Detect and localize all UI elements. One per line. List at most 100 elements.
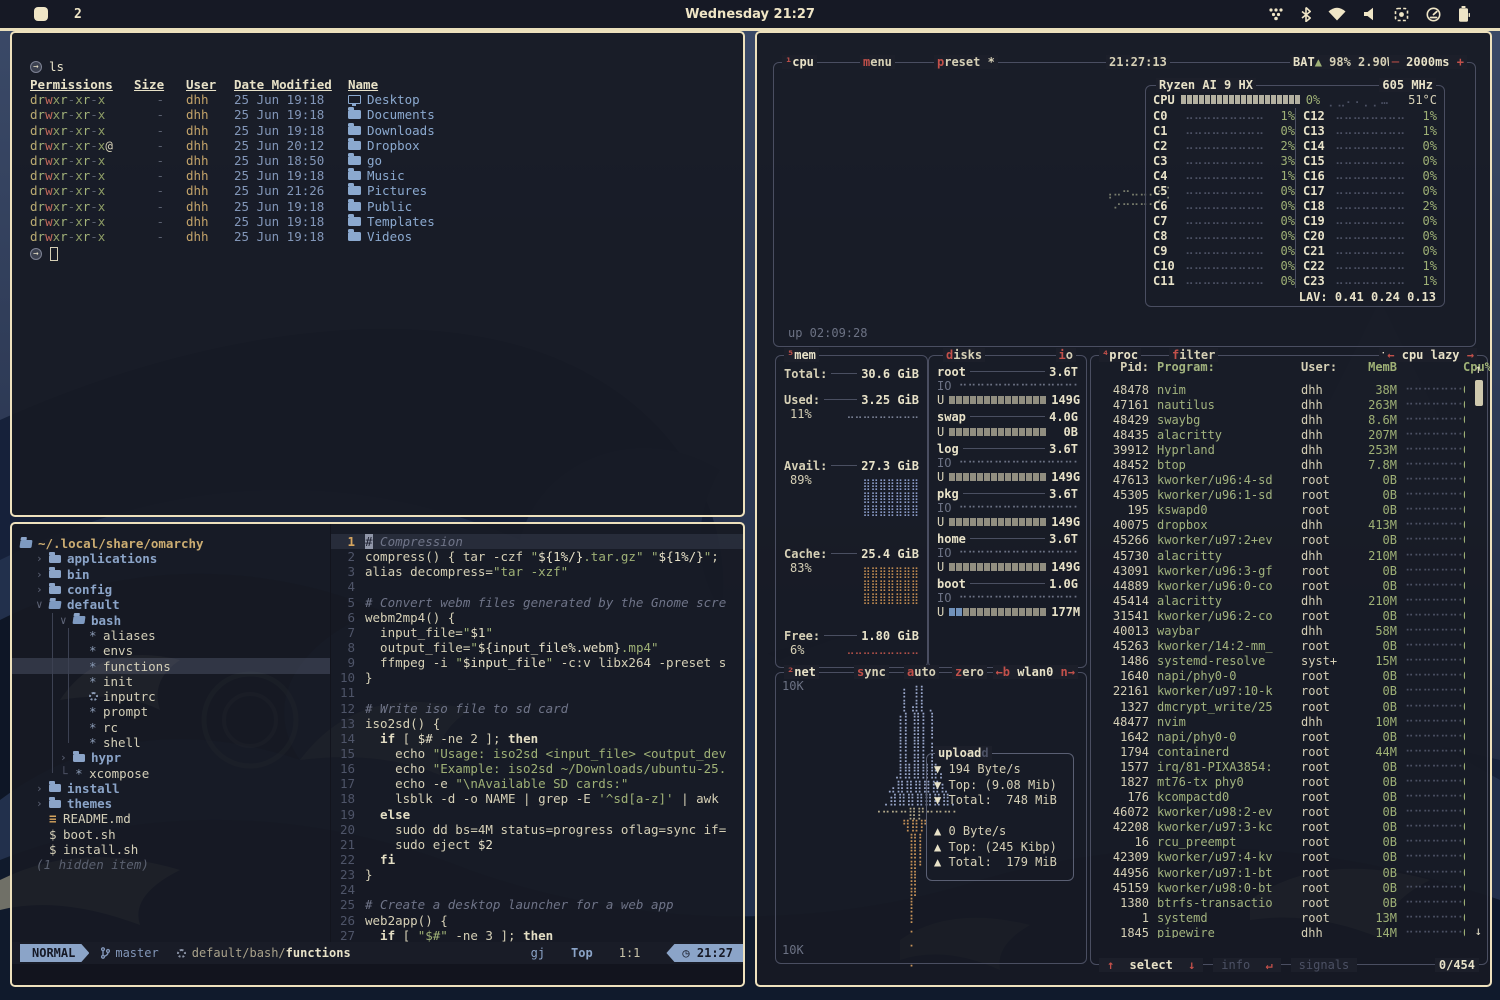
tree-item-default[interactable]: ∨default	[12, 597, 330, 612]
process-row[interactable]: 47161nautilusdhh263M⠒⠒⠒⠒⠒⠒⠒⠂0.0	[1099, 397, 1465, 412]
tree-item-aliases[interactable]: *aliases	[12, 628, 330, 643]
cpu-box-title[interactable]: ¹cpu	[782, 55, 817, 69]
code-line[interactable]: 27 if [ "$#" -ne 3 ]; then	[331, 928, 743, 942]
process-row[interactable]: 42208kworker/u97:3-kcroot0B⠒⠒⠒⠒⠒⠒⠒⠂0.0	[1099, 820, 1465, 835]
preset-button[interactable]: preset *	[934, 55, 998, 69]
menu-button[interactable]: menu	[860, 55, 895, 69]
tree-item-themes[interactable]: ›themes	[12, 796, 330, 811]
process-row[interactable]: 48478nvimdhh38M⠒⠒⠒⠒⠒⠒⠒⠂0.0	[1099, 382, 1465, 397]
battery-icon[interactable]	[1458, 6, 1470, 22]
code-line[interactable]: 18 lsblk -d -o NAME | grep -E '^sd[a-z]'…	[331, 791, 743, 806]
code-line[interactable]: 3alias decompress="tar -xzf"	[331, 564, 743, 579]
process-row[interactable]: 48429swaybgdhh8.6M⠒⠒⠒⠒⠒⠒⠒⠂0.0	[1099, 412, 1465, 427]
prompt-line-empty[interactable]: →	[30, 246, 743, 262]
file-name[interactable]: Documents	[336, 107, 435, 122]
file-name[interactable]: Videos	[336, 229, 412, 244]
tree-item-envs[interactable]: *envs	[12, 643, 330, 658]
process-row[interactable]: 45414alacrittydhh210M⠒⠒⠒⠒⠒⠒⠒⠂0.0	[1099, 593, 1465, 608]
process-row[interactable]: 42309kworker/u97:4-kvroot0B⠒⠒⠒⠒⠒⠒⠒⠂0.0	[1099, 850, 1465, 865]
code-line[interactable]: 16 echo "Example: iso2sd ~/Downloads/ubu…	[331, 761, 743, 776]
code-line[interactable]: 20 sudo dd bs=4M status=progress oflag=s…	[331, 822, 743, 837]
process-row[interactable]: 1640napi/phy0-0root0B⠒⠒⠒⠒⠒⠒⠒⠂0.0	[1099, 669, 1465, 684]
tree-item-shell[interactable]: *shell	[12, 735, 330, 750]
process-row[interactable]: 31541kworker/u96:2-coroot0B⠒⠒⠒⠒⠒⠒⠒⠂0.0	[1099, 608, 1465, 623]
tree-item-bash[interactable]: ∨bash	[12, 612, 330, 627]
proc-box-title[interactable]: ⁴proc	[1099, 348, 1141, 362]
process-row[interactable]: 40013waybardhh58M⠒⠒⠒⠒⠒⠒⠒⠂0.0	[1099, 624, 1465, 639]
process-row[interactable]: 44956kworker/u97:1-btroot0B⠒⠒⠒⠒⠒⠒⠒⠂0.0	[1099, 865, 1465, 880]
code-line[interactable]: 12# Write iso file to sd card	[331, 701, 743, 716]
file-name[interactable]: Desktop	[336, 92, 420, 107]
process-row[interactable]: 1380btrfs-transactioroot0B⠒⠒⠒⠒⠒⠒⠒⠂0.0	[1099, 895, 1465, 910]
process-row[interactable]: 1794containerdroot44M⠒⠒⠒⠒⠒⠒⠒⠂0.0	[1099, 744, 1465, 759]
tree-item-xcompose[interactable]: └ *xcompose	[12, 765, 330, 780]
process-row[interactable]: 48477nvimdhh10M⠒⠒⠒⠒⠒⠒⠒⠂0.0	[1099, 714, 1465, 729]
process-row[interactable]: 39912Hyprlanddhh253M⠒⠒⠒⠒⠒⠒⠒⠂0.0	[1099, 442, 1465, 457]
proc-scrollbar-thumb[interactable]	[1475, 380, 1483, 406]
file-name[interactable]: go	[336, 153, 382, 168]
net-zero-toggle[interactable]: zero	[952, 665, 987, 679]
code-line[interactable]: 15 echo "Usage: iso2sd <input_file> <out…	[331, 746, 743, 761]
code-line[interactable]: 13iso2sd() {	[331, 716, 743, 731]
file-name[interactable]: Music	[336, 168, 405, 183]
process-row[interactable]: 47613kworker/u96:4-sdroot0B⠒⠒⠒⠒⠒⠒⠒⠂0.0	[1099, 473, 1465, 488]
process-row[interactable]: 176kcompactd0root0B⠒⠒⠒⠒⠒⠒⠒⠂0.0	[1099, 790, 1465, 805]
code-line[interactable]: 24	[331, 882, 743, 897]
process-row[interactable]: 1577irq/81-PIXA3854:root0B⠒⠒⠒⠒⠒⠒⠒⠂0.0	[1099, 759, 1465, 774]
btop-window[interactable]: ¹cpu menu preset * 21:27:13 BAT▲ 98% 2.9…	[755, 31, 1492, 987]
process-row[interactable]: 46072kworker/u98:2-evroot0B⠒⠒⠒⠒⠒⠒⠒⠂0.0	[1099, 805, 1465, 820]
process-row[interactable]: 1827mt76-tx phy0root0B⠒⠒⠒⠒⠒⠒⠒⠂0.0	[1099, 774, 1465, 789]
mem-box-title[interactable]: ⁵mem	[784, 348, 819, 362]
code-line[interactable]: 5# Convert webm files generated by the G…	[331, 595, 743, 610]
proc-scroll-up-icon[interactable]: ↑	[1475, 362, 1482, 376]
tree-item-inputrc[interactable]: inputrc	[12, 689, 330, 704]
process-row[interactable]: 45263kworker/14:2-mm_root0B⠒⠒⠒⠒⠒⠒⠒⠂0.0	[1099, 639, 1465, 654]
tree-item-prompt[interactable]: *prompt	[12, 704, 330, 719]
neovim-window[interactable]: ~/.local/share/omarchy›applications›bin›…	[10, 522, 745, 987]
update-interval[interactable]: ─ 2000ms +	[1389, 55, 1467, 69]
code-line[interactable]: 19 else	[331, 807, 743, 822]
process-row[interactable]: 45305kworker/u96:1-sdroot0B⠒⠒⠒⠒⠒⠒⠒⠂0.0	[1099, 488, 1465, 503]
process-row[interactable]: 45266kworker/u97:2+evroot0B⠒⠒⠒⠒⠒⠒⠒⠂0.0	[1099, 533, 1465, 548]
tree-item--local-share-omarchy[interactable]: ~/.local/share/omarchy	[12, 536, 330, 551]
tree-item-init[interactable]: *init	[12, 674, 330, 689]
tree-item-applications[interactable]: ›applications	[12, 551, 330, 566]
file-name[interactable]: Templates	[336, 214, 435, 229]
code-line[interactable]: 10}	[331, 670, 743, 685]
tree-item-install-sh[interactable]: $install.sh	[12, 842, 330, 857]
bluetooth-icon[interactable]	[1301, 7, 1311, 22]
proc-scroll-down-icon[interactable]: ↓	[1475, 924, 1482, 938]
io-toggle[interactable]: io	[1056, 348, 1076, 362]
net-interface[interactable]: ←b wlan0 n→	[993, 665, 1079, 679]
file-name[interactable]: Public	[336, 199, 412, 214]
net-box-title[interactable]: ²net	[784, 665, 819, 679]
updates-icon[interactable]	[1268, 7, 1284, 21]
disks-box-title[interactable]: disks	[943, 348, 985, 362]
code-line[interactable]: 26web2app() {	[331, 913, 743, 928]
code-line[interactable]: 8 output_file="${input_file%.webm}.mp4"	[331, 640, 743, 655]
file-name[interactable]: Pictures	[336, 183, 427, 198]
tree-item-functions[interactable]: *functions	[12, 658, 330, 673]
code-line[interactable]: 25# Create a desktop launcher for a web …	[331, 897, 743, 912]
tree-item-boot-sh[interactable]: $boot.sh	[12, 827, 330, 842]
process-row[interactable]: 22161kworker/u97:10-kroot0B⠒⠒⠒⠒⠒⠒⠒⠂0.0	[1099, 684, 1465, 699]
code-line[interactable]: 7 input_file="$1"	[331, 625, 743, 640]
tree-item--1-hidden-item-[interactable]: (1 hidden item)	[12, 857, 330, 872]
process-row[interactable]: 1642napi/phy0-0root0B⠒⠒⠒⠒⠒⠒⠒⠂0.0	[1099, 729, 1465, 744]
code-editor[interactable]: 1# Compression2compress() { tar -czf "${…	[330, 524, 743, 942]
code-line[interactable]: 22 fi	[331, 852, 743, 867]
code-line[interactable]: 17 echo -e "\nAvailable SD cards:"	[331, 776, 743, 791]
code-line[interactable]: 11	[331, 685, 743, 700]
code-line[interactable]: 4	[331, 579, 743, 594]
proc-signals-hint[interactable]: signals	[1291, 958, 1358, 972]
terminal-window-ls[interactable]: → ls Permissions Size User Date Modified…	[10, 31, 745, 517]
code-line[interactable]: 1# Compression	[331, 534, 743, 549]
volume-icon[interactable]	[1363, 7, 1377, 21]
wifi-icon[interactable]	[1328, 7, 1346, 21]
file-tree-panel[interactable]: ~/.local/share/omarchy›applications›bin›…	[12, 524, 330, 942]
process-row[interactable]: 48435alacrittydhh207M⠒⠒⠒⠒⠒⠒⠒⠂0.0	[1099, 427, 1465, 442]
code-line[interactable]: 6webm2mp4() {	[331, 610, 743, 625]
process-row[interactable]: 1systemdroot13M⠒⠒⠒⠒⠒⠒⠒⠂0.0	[1099, 910, 1465, 925]
process-row[interactable]: 48452btopdhh7.8M⠒⠒⠒⠒⠒⠒⠒⠂0.0	[1099, 457, 1465, 472]
screencast-icon[interactable]	[1394, 7, 1409, 22]
